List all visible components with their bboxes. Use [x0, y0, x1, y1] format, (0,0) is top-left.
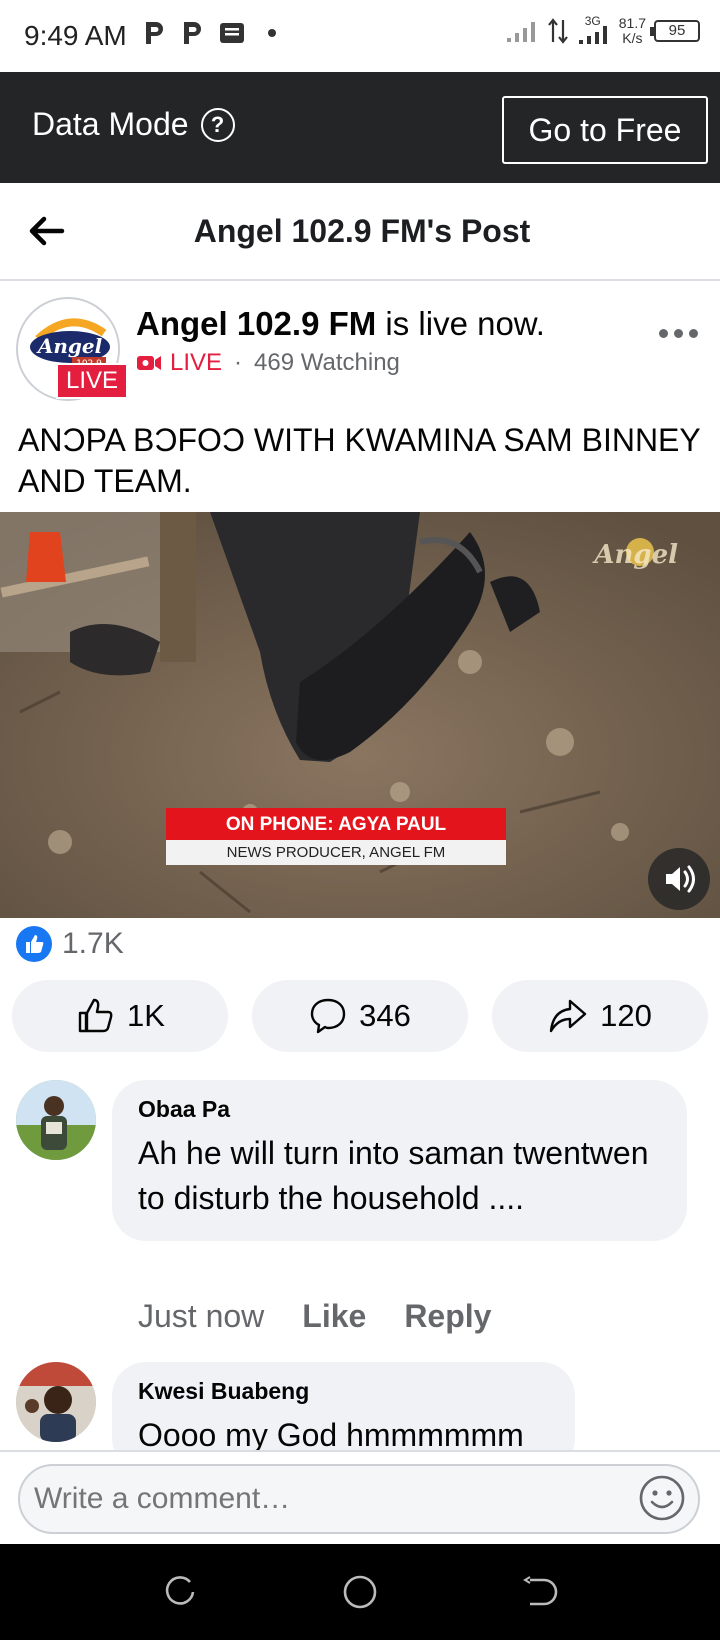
- system-indicators: 3G 81.7 K/s 95: [505, 14, 700, 46]
- comment-item: Obaa Pa Ah he will turn into saman twent…: [0, 1080, 720, 1350]
- signal-3g-icon: 3G: [577, 14, 611, 46]
- emoji-icon[interactable]: [638, 1474, 686, 1522]
- speed-value: 81.7: [618, 15, 646, 31]
- comment-count: 346: [359, 998, 411, 1033]
- logo-brand: Angel: [36, 334, 103, 358]
- live-status-text: is live now.: [376, 305, 545, 342]
- live-info: LIVE · 469 Watching: [136, 349, 400, 377]
- recent-apps-icon[interactable]: [162, 1574, 198, 1610]
- comment-meta: Just now Like Reply: [138, 1298, 491, 1335]
- avatar[interactable]: [16, 1362, 96, 1442]
- comment-text: Oooo my God hmmmmmm: [138, 1417, 524, 1450]
- comment-bubble[interactable]: Kwesi Buabeng Oooo my God hmmmmmm: [112, 1362, 575, 1450]
- share-count: 120: [600, 998, 652, 1033]
- lower-third-subtitle: NEWS PRODUCER, ANGEL FM: [166, 840, 506, 865]
- like-reaction-icon: [16, 926, 52, 962]
- lower-third-title: ON PHONE: AGYA PAUL: [166, 808, 506, 840]
- live-label: LIVE: [170, 349, 223, 376]
- help-icon[interactable]: ?: [200, 107, 235, 142]
- comment-bubble[interactable]: Obaa Pa Ah he will turn into saman twent…: [112, 1080, 687, 1241]
- post-text: ANƆPA BƆFOƆ WITH KWAMINA SAM BINNEY AND …: [18, 422, 701, 499]
- video-watermark: Angel: [594, 540, 678, 570]
- live-badge: LIVE: [56, 363, 129, 399]
- more-notifications-icon: [268, 29, 276, 37]
- reaction-count: 1.7K: [62, 927, 124, 960]
- data-mode-bar: Data Mode ? Go to Free: [0, 72, 720, 183]
- comment-time: Just now: [138, 1298, 265, 1334]
- status-time: 9:49 AM: [24, 20, 127, 51]
- like-button[interactable]: 1K: [12, 980, 228, 1052]
- network-speed: 81.7 K/s: [619, 16, 646, 46]
- comment-like-button[interactable]: Like: [302, 1298, 366, 1335]
- speed-unit: K/s: [622, 30, 643, 46]
- message-icon: [220, 23, 244, 43]
- comment-text: Ah he will turn into saman twentwen to d…: [138, 1135, 649, 1216]
- comment-author[interactable]: Obaa Pa: [138, 1096, 661, 1123]
- share-button[interactable]: 120: [492, 980, 708, 1052]
- post-header: Angel 102.9 FM's Post: [0, 183, 720, 281]
- system-nav-bar: [0, 1544, 720, 1640]
- comment-composer: [0, 1450, 720, 1544]
- comment-input[interactable]: [18, 1464, 700, 1534]
- comment-item: Kwesi Buabeng Oooo my God hmmmmmm: [0, 1362, 720, 1450]
- post-author-line: Angel 102.9 FM is live now.: [136, 305, 545, 343]
- data-mode-label: Data Mode ?: [32, 106, 235, 143]
- live-video[interactable]: Angel ON PHONE: AGYA PAUL NEWS PRODUCER,…: [0, 512, 720, 918]
- separator-dot: ·: [234, 349, 243, 376]
- comment-author[interactable]: Kwesi Buabeng: [138, 1378, 549, 1405]
- page-title: Angel 102.9 FM's Post: [193, 213, 531, 249]
- data-mode-text: Data Mode: [32, 106, 189, 142]
- page-avatar[interactable]: Angel 102.9 LIVE: [16, 297, 129, 403]
- status-bar: 9:49 AM 3G 81.7 K/s 95: [0, 0, 720, 72]
- parking-app-icon: [146, 22, 163, 44]
- data-transfer-icon: [547, 18, 568, 44]
- comment-reply-button[interactable]: Reply: [404, 1298, 491, 1335]
- notification-icons: [142, 18, 276, 48]
- video-lower-third: ON PHONE: AGYA PAUL NEWS PRODUCER, ANGEL…: [166, 808, 506, 865]
- avatar[interactable]: [16, 1080, 96, 1160]
- go-to-free-button[interactable]: Go to Free: [502, 96, 708, 164]
- like-count: 1K: [127, 998, 165, 1033]
- home-icon[interactable]: [342, 1574, 378, 1610]
- watching-count: 469 Watching: [254, 349, 400, 376]
- post-author-row: Angel 102.9 LIVE Angel 102.9 FM is live …: [0, 283, 720, 403]
- thumbs-up-icon: [78, 998, 113, 1033]
- page-name-link[interactable]: Angel 102.9 FM: [136, 305, 376, 342]
- volume-icon[interactable]: [648, 848, 710, 910]
- post-actions: 1K 346 120: [12, 980, 708, 1052]
- comment-icon: [310, 998, 346, 1034]
- more-options-icon[interactable]: [659, 329, 698, 338]
- comment-button[interactable]: 346: [252, 980, 468, 1052]
- parking-app-icon: [184, 22, 201, 44]
- share-icon: [549, 999, 587, 1033]
- signal-weak-icon: [506, 22, 535, 42]
- battery-indicator: 95: [650, 20, 700, 42]
- back-icon[interactable]: [522, 1574, 558, 1610]
- live-video-icon: [137, 356, 161, 370]
- reaction-summary[interactable]: 1.7K: [16, 926, 124, 962]
